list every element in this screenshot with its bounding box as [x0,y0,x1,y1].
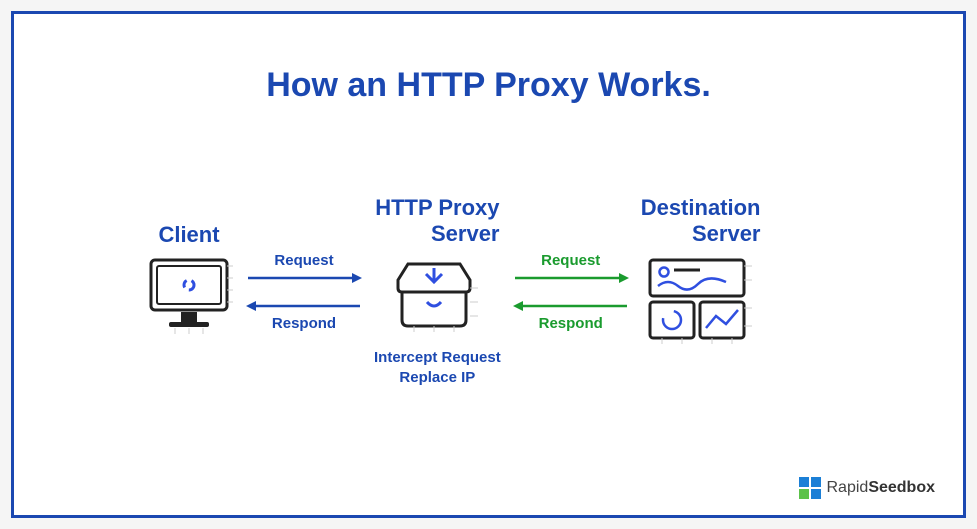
logo-icon [799,477,821,499]
logo-text-light: Rapid [827,479,869,496]
proxy-label-line2: Server [431,221,500,247]
destination-label: Destination Server [641,194,761,248]
logo-text: RapidSeedbox [827,479,936,497]
client-icon [144,256,234,334]
proxy-label-line1: HTTP Proxy [375,195,499,221]
arrow-respond-left-label: Respond [234,315,374,332]
proxy-sublabel: Intercept Request Replace IP [374,348,501,389]
arrow-respond-right-label: Respond [501,315,641,332]
arrows-proxy-destination: Request Respond [501,252,641,332]
proxy-sublabel-line1: Intercept Request [374,348,501,368]
node-proxy: HTTP Proxy Server [374,194,501,389]
arrow-left-icon [511,299,631,313]
arrow-right-icon [244,271,364,285]
diagram-frame: How an HTTP Proxy Works. Client [11,11,966,518]
destination-label-line1: Destination [641,195,761,221]
arrows-client-proxy: Request Respond [234,252,374,332]
arrow-request-right-label: Request [501,252,641,269]
proxy-icon [392,256,482,334]
diagram-title: How an HTTP Proxy Works. [14,66,963,105]
node-client: Client [144,194,234,334]
destination-label-line2: Server [692,221,761,247]
client-label: Client [158,194,219,248]
node-destination: Destination Server [641,194,761,344]
logo-rapidseedbox: RapidSeedbox [799,477,936,499]
proxy-label: HTTP Proxy Server [375,194,499,248]
arrow-request-left-label: Request [234,252,374,269]
logo-text-bold: Seedbox [868,479,935,496]
diagram-row: Client R [144,194,893,389]
arrow-right-icon [511,271,631,285]
arrow-left-icon [244,299,364,313]
proxy-sublabel-line2: Replace IP [374,368,501,388]
destination-icon [646,256,756,344]
